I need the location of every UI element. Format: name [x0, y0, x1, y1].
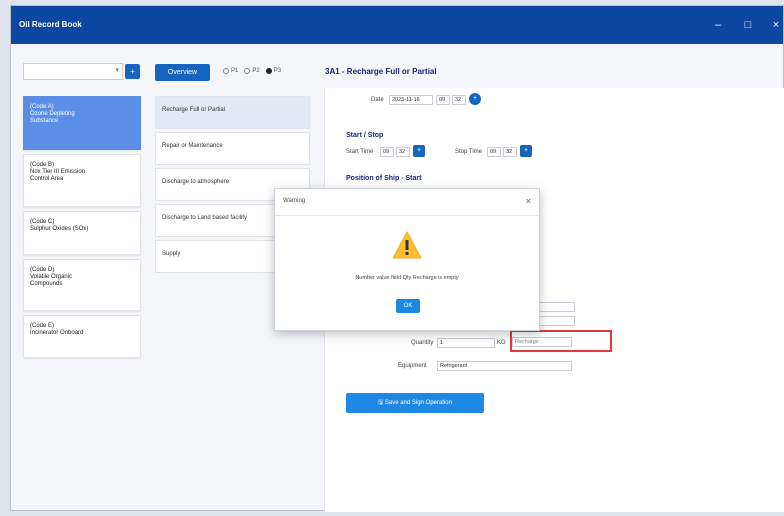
radio-dot — [265, 68, 272, 74]
radio-label: P1 — [231, 68, 239, 74]
dialog-message: Number value field Qty Recharge is empty — [355, 275, 459, 281]
category-name: Compounds — [30, 281, 63, 287]
category-code: (Code C) — [30, 219, 55, 225]
minimize-button[interactable]: – — [709, 16, 727, 34]
date-hour-field[interactable]: 09 — [436, 95, 450, 105]
category-name: Nox Tier III Emission — [30, 169, 86, 175]
radio-label: P3 — [273, 68, 282, 74]
quantity-label: Quantity — [411, 340, 434, 346]
category-name: Control Area — [30, 176, 64, 182]
category-code: (Code D) — [30, 267, 55, 273]
title-bar: Oil Record Book – □ × — [11, 6, 783, 44]
date-picker-button[interactable]: + — [469, 93, 481, 105]
stop-hour-field[interactable]: 09 — [487, 147, 501, 157]
app-title: Oil Record Book — [19, 20, 82, 29]
page-title: 3A1 - Recharge Full or Partial — [325, 67, 437, 76]
date-label: Date — [371, 97, 384, 103]
app-window: Oil Record Book – □ × ▾ + Overview P1 P2… — [10, 5, 784, 512]
radio-label: P2 — [252, 68, 260, 74]
chevron-down-icon[interactable]: ▾ — [115, 66, 119, 74]
start-hour-field[interactable]: 09 — [380, 147, 394, 157]
category-code-c[interactable]: (Code C) Sulphur Oxides (SOx) — [23, 211, 141, 255]
start-minute-field[interactable]: 32 — [396, 147, 410, 157]
stop-time-button[interactable]: + — [520, 145, 532, 157]
save-icon: 🖫 — [378, 400, 385, 406]
close-button[interactable]: × — [767, 16, 784, 34]
category-code-a[interactable]: (Code A) Ozone Depleting Substance — [23, 96, 141, 150]
date-field[interactable]: 2023-11-16 — [389, 95, 433, 105]
error-highlight — [510, 330, 612, 352]
close-icon[interactable]: × — [526, 196, 531, 206]
category-name: Substance — [30, 118, 59, 124]
operation-repair[interactable]: Repair or Maintenance — [155, 132, 310, 165]
save-label: Save and Sign Operation — [384, 400, 452, 406]
warning-dialog: Warning × Number value field Qty Recharg… — [274, 188, 540, 331]
category-code-e[interactable]: (Code E) Incinerator Onboard — [23, 315, 141, 358]
category-name: Volatile Organic — [30, 274, 73, 280]
radio-dot — [244, 68, 251, 74]
category-name: Incinerator Onboard — [30, 330, 84, 336]
ship-selector[interactable]: ▾ — [23, 63, 123, 80]
add-button[interactable]: + — [125, 64, 140, 79]
category-code: (Code E) — [30, 323, 55, 329]
save-sign-button[interactable]: 🖫 Save and Sign Operation — [346, 393, 484, 413]
plus-icon: + — [472, 95, 478, 102]
quantity-field[interactable]: 1 — [437, 338, 495, 348]
dialog-title: Warning — [283, 198, 306, 204]
category-code-d[interactable]: (Code D) Volatile Organic Compounds — [23, 259, 141, 311]
radio-dot — [223, 68, 229, 74]
plus-icon: + — [130, 67, 135, 76]
stop-time-label: Stop Time — [455, 149, 483, 155]
start-stop-title: Start / Stop — [346, 132, 384, 139]
category-code: (Code B) — [30, 162, 55, 168]
date-minute-field[interactable]: 32 — [452, 95, 466, 105]
radio-p3[interactable]: P3 — [265, 68, 282, 74]
part-radio-group: P1 P2 P3 — [223, 68, 281, 74]
quantity-unit: KG — [497, 340, 506, 346]
category-code-b[interactable]: (Code B) Nox Tier III Emission Control A… — [23, 154, 141, 207]
overview-button[interactable]: Overview — [155, 64, 210, 81]
category-code: (Code A) — [30, 104, 54, 110]
category-name: Ozone Depleting — [30, 111, 75, 117]
ok-button[interactable]: OK — [396, 299, 420, 313]
radio-p1[interactable]: P1 — [223, 68, 238, 74]
plus-icon: + — [416, 147, 422, 154]
start-time-label: Start Time — [346, 149, 374, 155]
equipment-select[interactable]: Refrigerant — [437, 361, 572, 371]
warning-icon — [392, 231, 422, 259]
plus-icon: + — [523, 147, 529, 154]
maximize-button[interactable]: □ — [739, 16, 757, 34]
stop-minute-field[interactable]: 32 — [503, 147, 517, 157]
position-title: Position of Ship - Start — [346, 175, 422, 182]
operation-recharge[interactable]: Recharge Full or Partial — [155, 96, 310, 129]
equipment-label: Equipment — [398, 363, 427, 369]
divider — [275, 215, 539, 216]
category-name: Sulphur Oxides (SOx) — [30, 226, 89, 232]
radio-p2[interactable]: P2 — [244, 68, 260, 74]
start-time-button[interactable]: + — [413, 145, 425, 157]
